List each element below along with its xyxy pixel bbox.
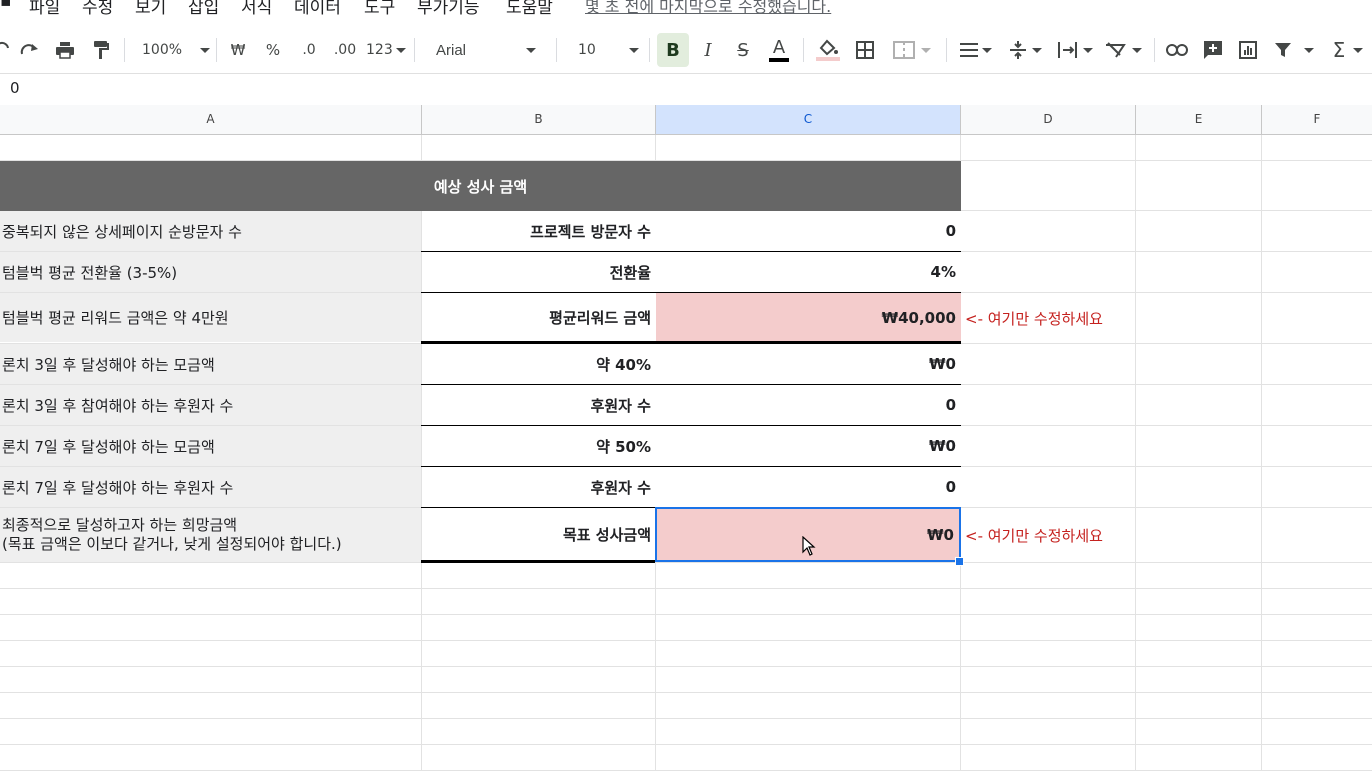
menu-help[interactable]: 도움말 — [506, 0, 553, 18]
column-headers: A B C D E F — [0, 105, 1372, 135]
font-size-select[interactable]: 10 — [578, 28, 639, 72]
name-cell[interactable]: 후원자 수 — [422, 385, 656, 425]
column-header-b[interactable]: B — [422, 105, 656, 134]
chevron-down-icon — [1132, 47, 1142, 53]
label-cell[interactable]: 텀블벅 평균 리워드 금액은 약 4만원 — [0, 293, 421, 342]
label-cell[interactable]: 론치 3일 후 달성해야 하는 모금액 — [0, 344, 421, 384]
align-icon[interactable] — [956, 28, 996, 72]
chevron-down-icon — [921, 47, 931, 53]
menu-bullet: ▪ — [0, 0, 12, 11]
label-cell[interactable]: 최종적으로 달성하고자 하는 희망금액 (목표 금액은 이보다 같거나, 낮게 … — [0, 508, 421, 562]
name-cell[interactable]: 목표 성사금액 — [422, 508, 656, 560]
undo-icon[interactable] — [0, 28, 12, 72]
name-cell[interactable]: 후원자 수 — [422, 467, 656, 507]
text-rotation-icon[interactable] — [1102, 28, 1144, 72]
chevron-down-icon — [982, 47, 992, 53]
label-cell[interactable]: 중복되지 않은 상세페이지 순방문자 수 — [0, 211, 421, 251]
name-cell[interactable]: 약 40% — [422, 344, 656, 384]
insert-chart-icon[interactable] — [1234, 28, 1262, 72]
more-formats-label: 123 — [366, 42, 393, 58]
print-icon[interactable] — [52, 28, 78, 72]
decrease-decimal-button[interactable]: .0 — [297, 28, 321, 72]
currency-button[interactable]: ₩ — [228, 28, 248, 72]
value-cell[interactable]: 0 — [656, 385, 961, 425]
last-edit-link[interactable]: 몇 초 전에 마지막으로 수정했습니다. — [585, 0, 831, 17]
value-cell[interactable]: ₩0 — [656, 344, 961, 384]
menu-data[interactable]: 데이터 — [294, 0, 341, 18]
fill-color-icon[interactable] — [813, 28, 843, 72]
redo-icon[interactable] — [18, 28, 42, 72]
more-formats-select[interactable]: 123 — [366, 28, 406, 72]
text-color-button[interactable]: A — [765, 28, 793, 72]
font-size-value: 10 — [578, 42, 596, 58]
borders-icon[interactable] — [853, 28, 877, 72]
value-cell[interactable]: 4% — [656, 252, 961, 292]
text-color-icon: A — [768, 38, 790, 62]
column-header-d[interactable]: D — [961, 105, 1136, 134]
menu-view[interactable]: 보기 — [135, 0, 166, 18]
table-header[interactable]: 예상 성사 금액 — [0, 161, 961, 211]
vertical-align-icon[interactable] — [1006, 28, 1046, 72]
name-cell[interactable]: 프로젝트 방문자 수 — [422, 211, 656, 251]
name-cell[interactable]: 약 50% — [422, 426, 656, 466]
menu-addons[interactable]: 부가기능 — [417, 0, 480, 18]
merge-cells-icon[interactable] — [890, 28, 934, 72]
formula-bar[interactable]: 0 — [0, 73, 1372, 106]
zoom-value: 100% — [142, 42, 183, 58]
zoom-select[interactable]: 100% — [142, 28, 211, 72]
toolbar: 100% ₩ % .0 .00 123 Arial 10 B I S A Σ — [0, 28, 1372, 72]
fill-handle[interactable] — [955, 557, 964, 566]
menu-edit[interactable]: 수정 — [82, 0, 113, 18]
name-cell[interactable]: 평균리워드 금액 — [422, 293, 656, 342]
text-wrap-icon[interactable] — [1054, 28, 1096, 72]
increase-decimal-button[interactable]: .00 — [332, 28, 358, 72]
edit-note: <- 여기만 수정하세요 — [965, 310, 1103, 328]
filter-icon[interactable] — [1270, 28, 1318, 72]
column-header-a[interactable]: A — [0, 105, 422, 134]
table-header-title: 예상 성사 금액 — [433, 177, 528, 196]
chevron-down-icon — [1304, 47, 1314, 53]
label-cell[interactable]: 론치 7일 후 달성해야 하는 모금액 — [0, 426, 421, 466]
font-select[interactable]: Arial — [436, 28, 537, 72]
name-cell[interactable]: 전환율 — [422, 252, 656, 292]
chevron-down-icon — [628, 47, 639, 53]
chevron-down-icon — [200, 47, 211, 53]
mouse-cursor-icon — [802, 535, 816, 560]
average-reward-input-cell[interactable]: ₩40,000 — [656, 293, 961, 342]
paint-format-icon[interactable] — [88, 28, 114, 72]
value-cell[interactable]: 0 — [656, 211, 961, 251]
column-header-c[interactable]: C — [656, 105, 961, 134]
menu-format[interactable]: 서식 — [241, 0, 272, 18]
chevron-down-icon — [526, 47, 537, 53]
label-cell[interactable]: 텀블벅 평균 전환율 (3-5%) — [0, 252, 421, 292]
label-text: 최종적으로 달성하고자 하는 희망금액 — [2, 516, 238, 534]
font-value: Arial — [436, 41, 467, 59]
edit-note: <- 여기만 수정하세요 — [965, 527, 1103, 545]
column-header-f[interactable]: F — [1262, 105, 1372, 134]
label-cell[interactable]: 론치 3일 후 참여해야 하는 후원자 수 — [0, 385, 421, 425]
menu-tools[interactable]: 도구 — [364, 0, 395, 18]
sum-icon: Σ — [1332, 38, 1346, 62]
strikethrough-button[interactable]: S — [731, 28, 755, 72]
menu-bar: ▪ 파일 수정 보기 삽입 서식 데이터 도구 부가기능 도움말 몇 초 전에 … — [0, 0, 1372, 22]
label-cell[interactable]: 론치 7일 후 달성해야 하는 후원자 수 — [0, 467, 421, 507]
value-cell[interactable]: 0 — [656, 467, 961, 507]
menu-insert[interactable]: 삽입 — [188, 0, 219, 18]
chevron-down-icon — [395, 47, 406, 53]
italic-button[interactable]: I — [696, 28, 720, 72]
formula-value[interactable]: 0 — [10, 79, 20, 97]
link-icon[interactable] — [1163, 28, 1191, 72]
bold-button[interactable]: B — [657, 33, 689, 67]
insert-comment-icon[interactable] — [1199, 28, 1227, 72]
value-cell[interactable]: ₩0 — [656, 426, 961, 466]
chevron-down-icon — [1083, 47, 1093, 53]
label-subtext: (목표 금액은 이보다 같거나, 낮게 설정되어야 합니다.) — [2, 535, 342, 553]
chevron-down-icon — [1032, 47, 1042, 53]
menu-file[interactable]: 파일 — [29, 0, 60, 18]
functions-button[interactable]: Σ — [1326, 28, 1370, 72]
chevron-down-icon — [1353, 47, 1364, 53]
percent-button[interactable]: % — [263, 28, 283, 72]
column-header-e[interactable]: E — [1136, 105, 1262, 134]
